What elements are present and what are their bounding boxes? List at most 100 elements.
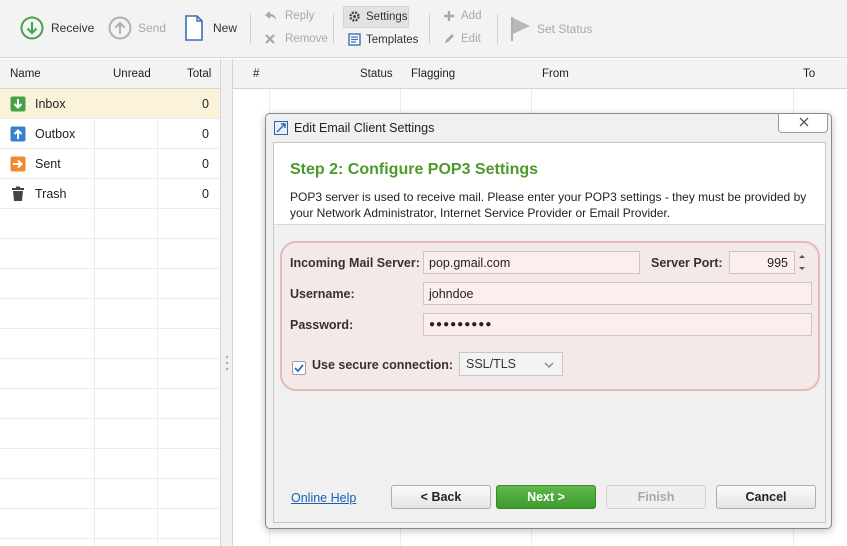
message-grid-header: # Status Flagging From To <box>233 59 847 89</box>
next-button[interactable]: Next > <box>496 485 596 509</box>
finish-button[interactable]: Finish <box>606 485 706 509</box>
close-button[interactable] <box>778 114 828 133</box>
remove-label: Remove <box>285 33 328 45</box>
password-label: Password: <box>290 318 354 332</box>
spin-down-icon <box>799 267 805 270</box>
secure-connection-checkbox[interactable] <box>292 361 306 375</box>
empty-row <box>0 389 220 419</box>
column-header-name[interactable]: Name <box>10 68 41 80</box>
folder-name: Inbox <box>35 97 66 111</box>
receive-label: Receive <box>51 21 95 35</box>
templates-button[interactable]: Templates <box>348 33 418 46</box>
new-button[interactable]: New <box>184 15 237 41</box>
folder-total: 0 <box>202 127 209 141</box>
folder-name: Sent <box>35 157 61 171</box>
column-header-to[interactable]: To <box>803 68 815 80</box>
edit-label: Edit <box>461 33 481 45</box>
set-status-label: Set Status <box>537 22 593 36</box>
step-title: Step 2: Configure POP3 Settings <box>290 161 539 178</box>
gear-icon <box>349 11 360 22</box>
column-header-status[interactable]: Status <box>360 68 393 80</box>
username-input[interactable]: johndoe <box>423 282 812 305</box>
folder-name: Outbox <box>35 127 76 141</box>
folder-total: 0 <box>202 157 209 171</box>
flag-icon <box>511 17 530 41</box>
close-icon <box>799 117 809 127</box>
settings-label: Settings <box>366 10 408 23</box>
sent-icon <box>10 156 26 172</box>
folder-total: 0 <box>202 97 209 111</box>
empty-row <box>0 359 220 389</box>
inbox-icon <box>10 96 26 112</box>
server-port-input[interactable]: 995 <box>729 251 795 274</box>
toolbar: Receive Send New Reply Remove Settings T… <box>0 0 847 58</box>
add-button[interactable]: Add <box>443 10 481 22</box>
column-header-flagging[interactable]: Flagging <box>411 68 455 80</box>
folder-grid-header: Name Unread Total <box>0 59 220 89</box>
incoming-server-label: Incoming Mail Server: <box>290 256 420 270</box>
send-button[interactable]: Send <box>108 16 166 40</box>
folder-row-sent[interactable]: Sent 0 <box>0 149 220 179</box>
online-help-link[interactable]: Online Help <box>291 491 356 505</box>
new-label: New <box>213 21 238 35</box>
toolbar-divider <box>250 14 251 44</box>
username-label: Username: <box>290 287 355 301</box>
new-document-icon <box>185 15 203 41</box>
add-label: Add <box>461 10 482 22</box>
dialog-title-bar[interactable]: Edit Email Client Settings <box>266 114 831 142</box>
empty-row <box>0 479 220 509</box>
templates-label: Templates <box>366 33 419 46</box>
folder-pane: Name Unread Total Inbox 0 Outbox 0 Sent … <box>0 59 221 546</box>
grip-icon <box>225 355 229 371</box>
empty-row <box>0 269 220 299</box>
chevron-down-icon <box>544 362 554 368</box>
set-status-button[interactable]: Set Status <box>510 16 592 42</box>
password-input[interactable]: ●●●●●●●●● <box>423 313 812 336</box>
pencil-icon <box>445 34 454 43</box>
reply-button[interactable]: Reply <box>264 10 314 22</box>
receive-button[interactable]: Receive <box>20 16 94 40</box>
server-port-label: Server Port: <box>651 256 723 270</box>
incoming-server-input[interactable]: pop.gmail.com <box>423 251 640 274</box>
empty-row <box>0 299 220 329</box>
receive-icon <box>20 16 44 40</box>
remove-button[interactable]: Remove <box>264 33 328 45</box>
spin-up-icon <box>799 255 805 258</box>
port-spinner[interactable] <box>796 251 808 274</box>
column-header-unread[interactable]: Unread <box>113 68 151 80</box>
dialog-app-icon <box>274 121 288 135</box>
dialog-body: Step 2: Configure POP3 Settings POP3 ser… <box>273 142 826 523</box>
outbox-icon <box>10 126 26 142</box>
folder-row-inbox[interactable]: Inbox 0 <box>0 89 220 119</box>
toolbar-divider <box>429 14 430 44</box>
folder-name: Trash <box>35 187 67 201</box>
empty-row <box>0 449 220 479</box>
settings-dialog: Edit Email Client Settings Step 2: Confi… <box>265 113 832 529</box>
send-icon <box>108 16 132 40</box>
empty-row <box>0 509 220 539</box>
pane-splitter[interactable] <box>221 59 233 546</box>
empty-row <box>0 209 220 239</box>
secure-connection-label[interactable]: Use secure connection: <box>312 358 453 372</box>
edit-button[interactable]: Edit <box>443 33 481 45</box>
column-header-total[interactable]: Total <box>187 68 211 80</box>
settings-button[interactable]: Settings <box>348 10 408 23</box>
empty-row <box>0 239 220 269</box>
back-button[interactable]: < Back <box>391 485 491 509</box>
toolbar-divider <box>333 14 334 44</box>
send-label: Send <box>138 21 167 35</box>
empty-row <box>0 329 220 359</box>
empty-row <box>0 419 220 449</box>
column-header-from[interactable]: From <box>542 68 569 80</box>
pop3-settings-panel: Incoming Mail Server: pop.gmail.com Serv… <box>280 241 820 391</box>
folder-row-trash[interactable]: Trash 0 <box>0 179 220 209</box>
cancel-button[interactable]: Cancel <box>716 485 816 509</box>
toolbar-divider <box>497 14 498 44</box>
remove-icon <box>265 34 275 44</box>
security-type-value: SSL/TLS <box>466 357 517 371</box>
folder-row-outbox[interactable]: Outbox 0 <box>0 119 220 149</box>
dialog-title: Edit Email Client Settings <box>294 121 435 135</box>
security-type-select[interactable]: SSL/TLS <box>459 352 563 376</box>
column-header-number[interactable]: # <box>253 68 259 80</box>
step-header: Step 2: Configure POP3 Settings POP3 ser… <box>274 143 825 225</box>
